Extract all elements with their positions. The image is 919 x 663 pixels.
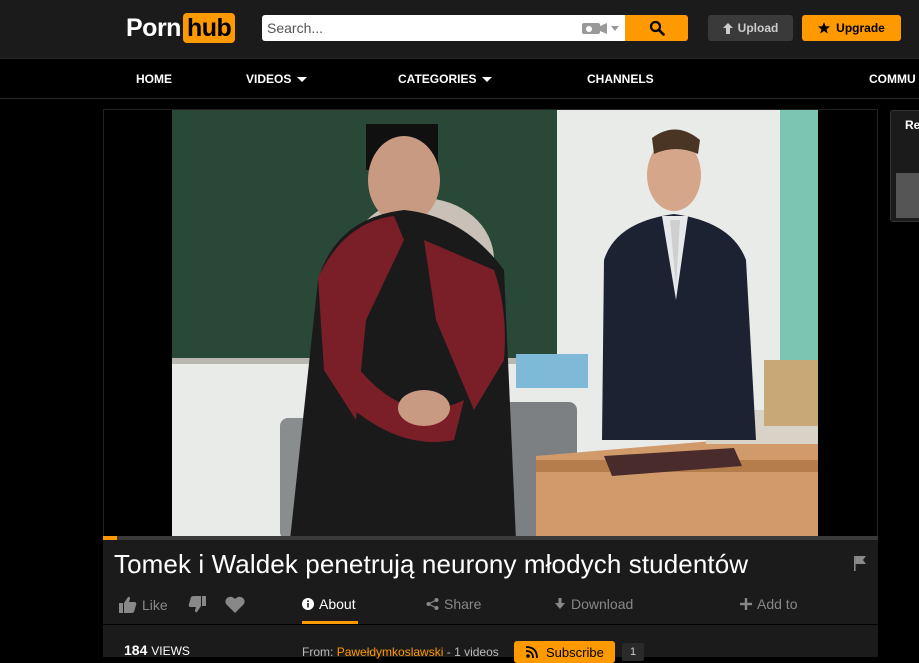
tab-add-to[interactable]: Add to (740, 596, 797, 612)
nav-item-label: CHANNELS (587, 72, 654, 86)
search-icon (649, 20, 665, 36)
nav-item-label: CATEGORIES (398, 72, 477, 86)
star-icon (818, 22, 831, 34)
recommended-thumbnail[interactable] (896, 173, 919, 218)
upgrade-label: Upgrade (836, 21, 885, 35)
nav-item-label: VIDEOS (246, 72, 292, 86)
thumbs-down-icon (188, 596, 206, 613)
nav-item-home[interactable]: HOME (136, 72, 172, 86)
tab-about-label: About (319, 596, 356, 612)
camera-icon[interactable] (580, 20, 622, 36)
tab-about[interactable]: About (302, 596, 356, 612)
search-bar (262, 15, 688, 41)
rss-icon (526, 646, 538, 658)
view-count: 184 VIEWS (124, 642, 190, 658)
tab-download[interactable]: Download (554, 596, 633, 612)
like-button[interactable]: Like (119, 596, 168, 613)
tab-share-label: Share (444, 596, 482, 612)
tab-download-label: Download (571, 596, 634, 612)
nav-item-label: HOME (136, 72, 172, 86)
main-nav: HOME VIDEOS CATEGORIES CHANNELS COMMU (0, 58, 919, 99)
tab-share[interactable]: Share (426, 596, 481, 612)
nav-item-label: COMMU (869, 72, 916, 86)
heart-icon (225, 596, 245, 613)
upgrade-button[interactable]: Upgrade (802, 15, 901, 41)
caret-down-icon (482, 76, 493, 82)
recommended-panel: Re (890, 110, 919, 222)
like-label: Like (142, 596, 168, 613)
info-icon (302, 598, 314, 610)
plus-icon (740, 598, 752, 610)
tab-add-to-label: Add to (757, 596, 798, 612)
search-button[interactable] (625, 15, 688, 41)
nav-item-videos[interactable]: VIDEOS (246, 72, 308, 86)
subscribe-label: Subscribe (546, 644, 604, 660)
caret-down-icon (297, 76, 308, 82)
logo-text-left: Porn (126, 13, 181, 42)
subscribe-button[interactable]: Subscribe (514, 641, 615, 663)
thumbs-up-icon (119, 596, 137, 613)
search-input[interactable] (262, 15, 625, 41)
view-count-number: 184 (124, 642, 148, 658)
video-frame (104, 110, 877, 538)
flag-icon[interactable] (853, 555, 867, 576)
video-actions-bar: Like About Share Download Add to (103, 588, 878, 624)
nav-item-categories[interactable]: CATEGORIES (398, 72, 493, 86)
favorite-button[interactable] (225, 596, 245, 613)
recommended-title: Re (905, 118, 919, 132)
site-logo[interactable]: Porn hub (126, 13, 236, 43)
upload-label: Upload (737, 21, 779, 35)
video-title: Tomek i Waldek penetrują neurony młodych… (114, 549, 749, 579)
logo-text-right: hub (182, 13, 236, 43)
info-divider (103, 624, 878, 625)
video-player[interactable] (103, 109, 878, 539)
view-count-label: VIEWS (151, 644, 190, 658)
nav-item-channels[interactable]: CHANNELS (587, 72, 654, 86)
download-icon (555, 598, 565, 609)
nav-item-community[interactable]: COMMU (869, 72, 916, 86)
upload-arrow-icon (722, 22, 733, 34)
site-header: Porn hub Upload Upgrade (0, 0, 919, 58)
upload-button[interactable]: Upload (708, 15, 793, 41)
share-icon (426, 598, 439, 610)
dislike-button[interactable] (188, 596, 206, 613)
subscriber-count: 1 (622, 643, 644, 661)
